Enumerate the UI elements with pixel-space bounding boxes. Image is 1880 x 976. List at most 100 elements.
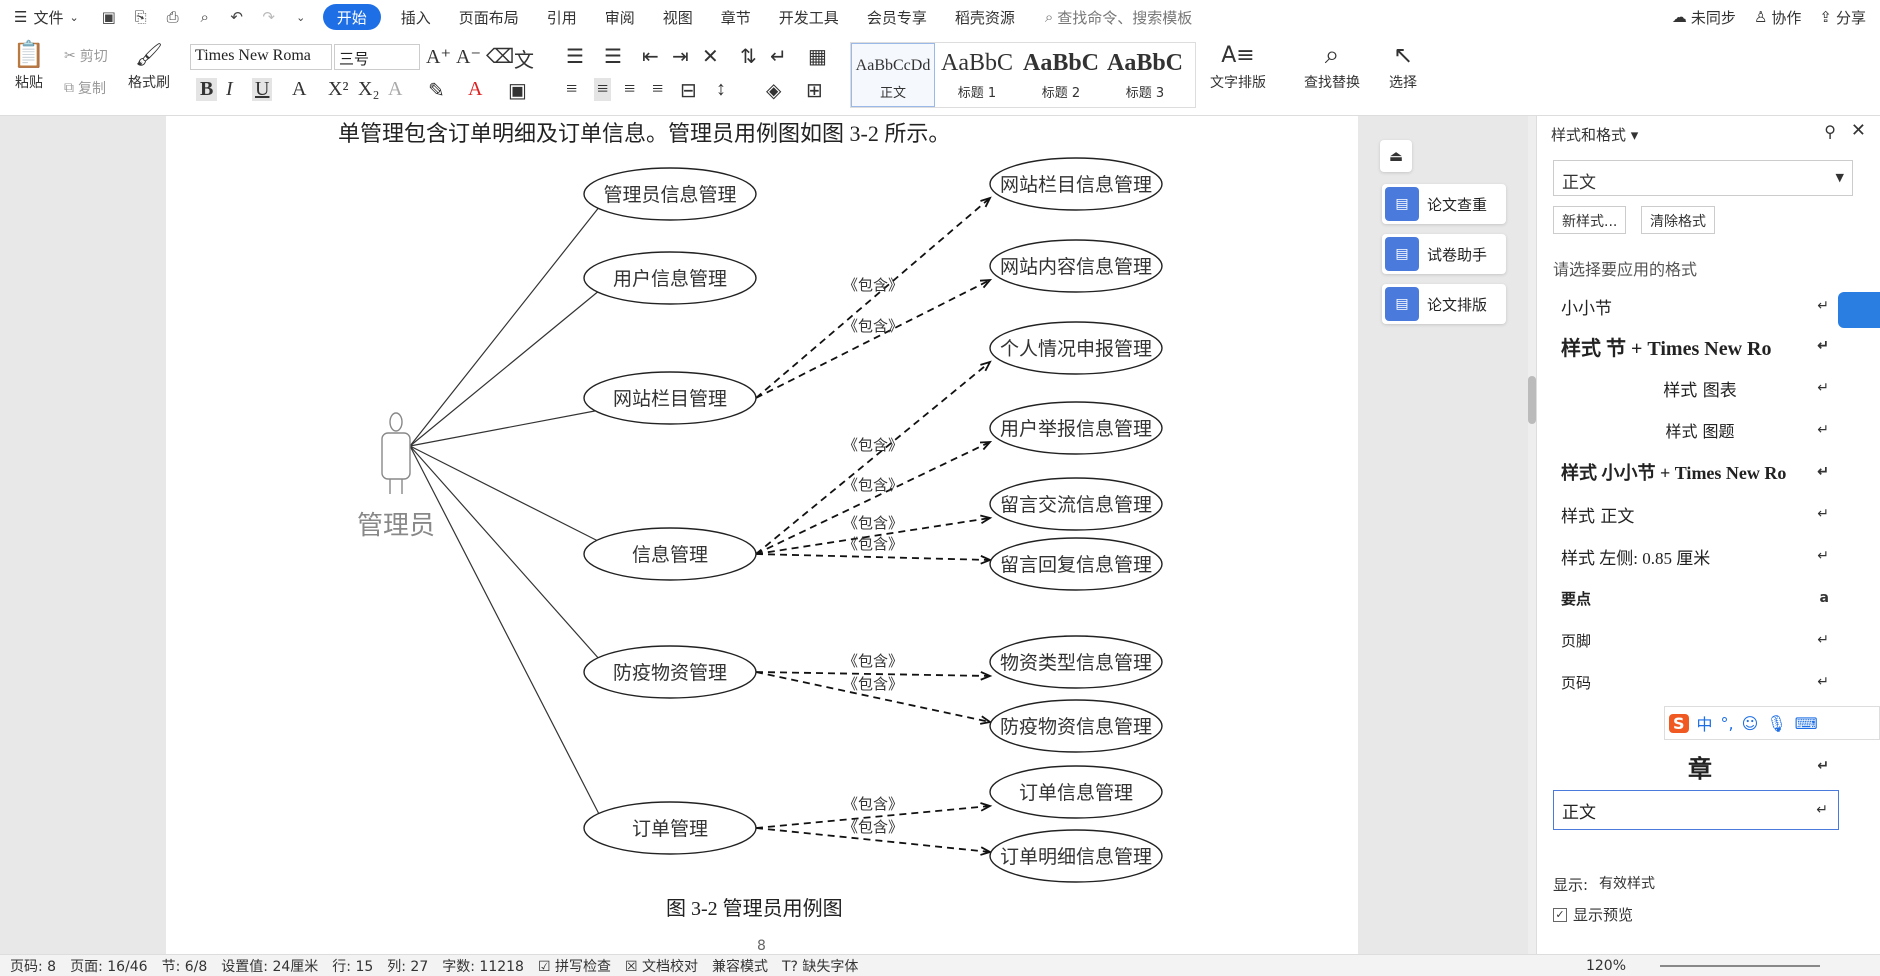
underline-icon[interactable]: U bbox=[252, 78, 273, 101]
sort-icon[interactable]: ⇅ bbox=[740, 44, 757, 69]
zoom-level[interactable]: 120% bbox=[1586, 958, 1626, 974]
command-search[interactable]: ⌕ 查找命令、搜索模板 bbox=[1045, 7, 1192, 28]
line-spacing-icon[interactable]: ↕ bbox=[716, 78, 726, 101]
superscript-icon[interactable]: X² bbox=[328, 78, 348, 101]
show-preview-checkbox[interactable]: ✓ 显示预览 bbox=[1553, 904, 1633, 925]
current-style-select[interactable]: 正文 ▼ bbox=[1553, 160, 1853, 196]
share-button[interactable]: ⇪ 分享 bbox=[1819, 7, 1866, 28]
print-icon[interactable]: ⎙ bbox=[160, 4, 186, 30]
mic-icon[interactable]: 🎙 bbox=[1766, 714, 1786, 733]
align-left-icon[interactable]: ≡ bbox=[566, 78, 577, 101]
tab-page-layout[interactable]: 页面布局 bbox=[445, 0, 533, 34]
panel-title[interactable]: 样式和格式 ▾ bbox=[1551, 124, 1638, 145]
tab-insert[interactable]: 插入 bbox=[387, 0, 445, 34]
save-icon[interactable]: ▣ bbox=[96, 4, 122, 30]
export-pdf-icon[interactable]: ⎘ bbox=[128, 4, 154, 30]
tab-developer[interactable]: 开发工具 bbox=[765, 0, 853, 34]
select-button[interactable]: ↖ 选择 bbox=[1386, 38, 1420, 92]
emoji-icon[interactable]: ☺ bbox=[1742, 714, 1759, 733]
style-item[interactable]: 页脚 ↵ bbox=[1553, 620, 1839, 660]
style-item[interactable]: 样式 图题 ↵ bbox=[1553, 410, 1839, 450]
proofread-button[interactable]: ☒ 文档校对 bbox=[625, 956, 698, 976]
shading-icon[interactable]: ◈ bbox=[766, 78, 781, 103]
paste-button[interactable]: 📋 粘贴 bbox=[12, 38, 46, 92]
italic-icon[interactable]: I bbox=[226, 78, 233, 101]
text-layout-button[interactable]: A≡ 文字排版 bbox=[1210, 38, 1266, 92]
text-effect-icon[interactable]: A bbox=[388, 78, 402, 101]
new-style-button[interactable]: 新样式... bbox=[1553, 206, 1627, 234]
punctuation-icon[interactable]: °, bbox=[1721, 714, 1734, 733]
format-painter-button[interactable]: 🖌 格式刷 bbox=[128, 38, 170, 92]
tab-member[interactable]: 会员专享 bbox=[853, 0, 941, 34]
style-item[interactable]: 小小节 ↵ bbox=[1553, 286, 1839, 326]
grow-font-icon[interactable]: A⁺ bbox=[426, 44, 451, 69]
tab-references[interactable]: 引用 bbox=[533, 0, 591, 34]
style-normal[interactable]: AaBbCcDd 正文 bbox=[851, 43, 935, 107]
style-item[interactable]: 样式 左侧: 0.85 厘米 ↵ bbox=[1553, 536, 1839, 576]
char-border-icon[interactable]: ▣ bbox=[508, 78, 527, 103]
helper-layout[interactable]: ▤ 论文排版 bbox=[1382, 284, 1506, 324]
customize-icon[interactable]: ⌄ bbox=[288, 4, 314, 30]
redo-icon[interactable]: ↷ bbox=[256, 4, 282, 30]
tab-home[interactable]: 开始 bbox=[322, 4, 381, 30]
copy-button[interactable]: ⧉ 复制 bbox=[64, 78, 106, 98]
find-replace-button[interactable]: ⌕ 查找替换 bbox=[1304, 38, 1360, 92]
status-words[interactable]: 字数: 11218 bbox=[442, 956, 524, 976]
undo-icon[interactable]: ↶ bbox=[224, 4, 250, 30]
strikethrough-icon[interactable]: A bbox=[292, 78, 306, 101]
tab-view[interactable]: 视图 bbox=[649, 0, 707, 34]
vertical-scrollbar[interactable] bbox=[1528, 116, 1536, 954]
cloud-badge-icon[interactable] bbox=[1838, 292, 1880, 328]
style-heading2[interactable]: AaBbC 标题 2 bbox=[1019, 43, 1103, 107]
decrease-indent-icon[interactable]: ⇤ bbox=[642, 44, 659, 69]
pinyin-icon[interactable]: 文 bbox=[514, 44, 534, 73]
table-icon[interactable]: ▦ bbox=[808, 44, 827, 69]
style-item[interactable]: 章 ↵ bbox=[1553, 746, 1839, 786]
justify-icon[interactable]: ≡ bbox=[652, 78, 663, 101]
style-item[interactable]: 样式 节 + Times New Ro ↵ bbox=[1553, 326, 1839, 366]
close-icon[interactable]: ✕ bbox=[1851, 120, 1866, 141]
borders-icon[interactable]: ⊞ bbox=[806, 78, 823, 103]
status-page[interactable]: 页面: 16/46 bbox=[70, 956, 148, 976]
ime-mode[interactable]: 中 bbox=[1697, 711, 1713, 735]
style-item[interactable]: 要点 a bbox=[1553, 578, 1839, 618]
numbering-icon[interactable]: ☰ bbox=[604, 44, 622, 69]
chinese-layout-icon[interactable]: ✕ bbox=[702, 44, 719, 69]
font-size-select[interactable]: 三号 bbox=[334, 44, 420, 70]
highlight-icon[interactable]: ✎ bbox=[428, 78, 445, 103]
helper-exam[interactable]: ▤ 试卷助手 bbox=[1382, 234, 1506, 274]
font-name-select[interactable]: Times New Roma bbox=[190, 44, 332, 70]
style-item-selected[interactable]: 正文 ↵ bbox=[1553, 790, 1839, 830]
keyboard-icon[interactable]: ⌨ bbox=[1795, 714, 1818, 733]
subscript-icon[interactable]: X₂ bbox=[358, 78, 379, 101]
clear-format-button[interactable]: 清除格式 bbox=[1641, 206, 1715, 234]
bullets-icon[interactable]: ☰ bbox=[566, 44, 584, 69]
style-item[interactable]: 页码 ↵ bbox=[1553, 662, 1839, 702]
style-heading3[interactable]: AaBbC 标题 3 bbox=[1103, 43, 1187, 107]
paragraph-mark-icon[interactable]: ↵ bbox=[770, 44, 787, 69]
font-color-icon[interactable]: A bbox=[468, 78, 482, 101]
collapse-helper-button[interactable]: ⏏ bbox=[1380, 140, 1412, 172]
helper-plagiarism[interactable]: ▤ 论文查重 bbox=[1382, 184, 1506, 224]
zoom-slider[interactable] bbox=[1660, 964, 1820, 967]
spell-check-button[interactable]: ☑ 拼写检查 bbox=[538, 956, 611, 976]
align-center-icon[interactable]: ≡ bbox=[594, 78, 612, 101]
style-heading1[interactable]: AaBbC 标题 1 bbox=[935, 43, 1019, 107]
collab-button[interactable]: ♙ 协作 bbox=[1754, 7, 1801, 28]
cut-button[interactable]: ✂ 剪切 bbox=[64, 46, 108, 66]
style-item[interactable]: 样式 小小节 + Times New Ro ↵ bbox=[1553, 452, 1839, 492]
tab-docer[interactable]: 稻壳资源 bbox=[941, 0, 1029, 34]
scroll-thumb[interactable] bbox=[1528, 376, 1536, 424]
document-page[interactable]: 单管理包含订单明细及订单信息。管理员用例图如图 3-2 所示。 《包含》 《包含》… bbox=[166, 116, 1358, 954]
pin-icon[interactable]: ⚲ bbox=[1824, 122, 1836, 141]
sync-button[interactable]: ☁ 未同步 bbox=[1672, 7, 1736, 28]
bold-icon[interactable]: B bbox=[196, 78, 218, 101]
distributed-icon[interactable]: ⊟ bbox=[680, 78, 697, 103]
shrink-font-icon[interactable]: A⁻ bbox=[456, 44, 481, 69]
file-menu[interactable]: ☰ 文件 ⌄ bbox=[0, 0, 93, 34]
clear-format-icon[interactable]: ⌫ bbox=[486, 44, 514, 69]
increase-indent-icon[interactable]: ⇥ bbox=[672, 44, 689, 69]
style-item[interactable]: 样式 图表 ↵ bbox=[1553, 368, 1839, 408]
show-select[interactable]: 有效样式 bbox=[1595, 870, 1835, 896]
tab-review[interactable]: 审阅 bbox=[591, 0, 649, 34]
